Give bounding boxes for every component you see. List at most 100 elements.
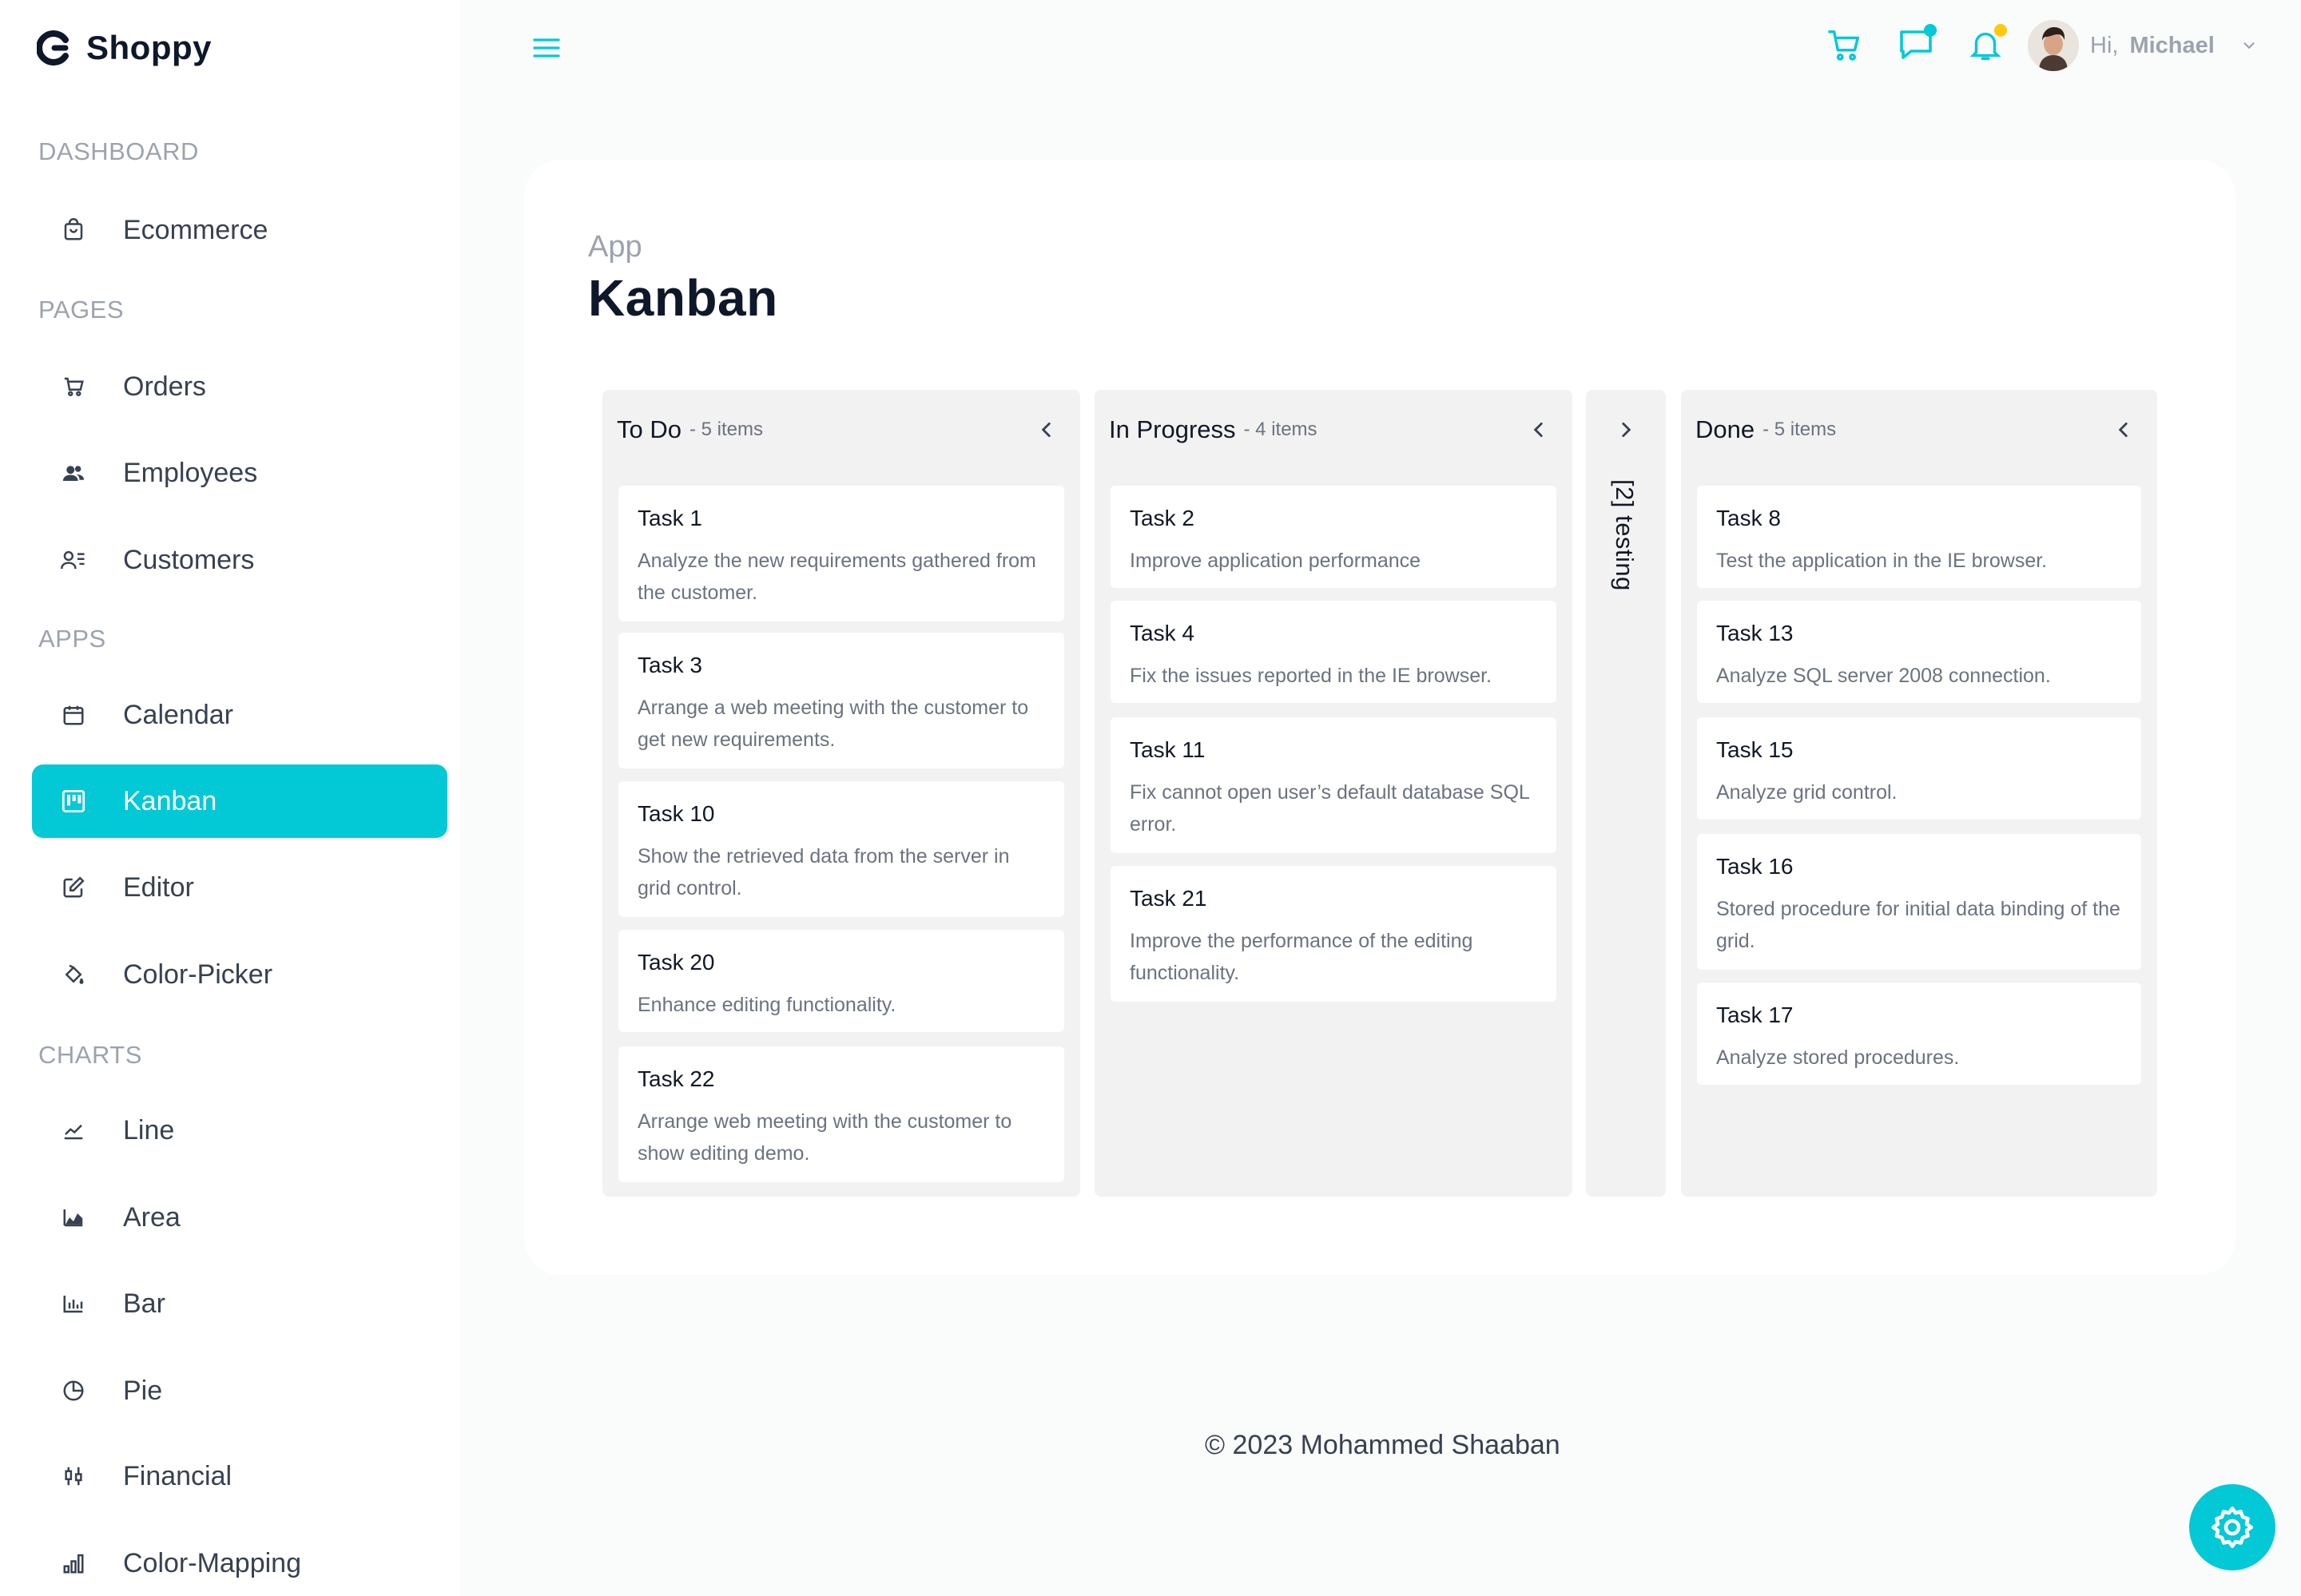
kanban-card-item[interactable]: Task 13 Analyze SQL server 2008 connecti… xyxy=(1697,601,2141,703)
column-count: - 5 items xyxy=(1763,419,1837,440)
sidebar-item-kanban[interactable]: Kanban xyxy=(32,764,447,838)
column-name: Done xyxy=(1695,415,1755,443)
sidebar-item-pie[interactable]: Pie xyxy=(32,1354,447,1427)
kanban-card-item[interactable]: Task 15 Analyze grid control. xyxy=(1697,717,2141,820)
card-description: Analyze grid control. xyxy=(1716,781,1898,804)
section-title-dashboard: DASHBOARD xyxy=(38,137,199,165)
column-name: In Progress xyxy=(1109,415,1236,443)
sidebar-item-line[interactable]: Line xyxy=(32,1094,447,1167)
chevron-down-icon xyxy=(2240,37,2258,54)
kanban-card-item[interactable]: Task 10 Show the retrieved data from the… xyxy=(618,781,1064,917)
card-description: Arrange a web meeting with the customer … xyxy=(638,697,1029,751)
kanban-card-item[interactable]: Task 17 Analyze stored procedures. xyxy=(1697,983,2141,1085)
pie-chart-icon xyxy=(58,1375,89,1407)
column-header: In Progress - 4 items xyxy=(1095,390,1572,470)
kanban-card-item[interactable]: Task 16 Stored procedure for initial dat… xyxy=(1697,834,2141,970)
column-header: To Do - 5 items xyxy=(602,390,1080,470)
sidebar-item-label: Color-Mapping xyxy=(123,1547,301,1578)
kanban-card-item[interactable]: Task 1 Analyze the new requirements gath… xyxy=(618,486,1064,621)
kanban-column-todo: To Do - 5 items Task 1 Analyze the new r… xyxy=(602,390,1080,1197)
paint-bucket-icon xyxy=(58,959,89,991)
cart-icon[interactable] xyxy=(1826,27,1866,67)
card-description: Analyze SQL server 2008 connection. xyxy=(1716,665,2051,687)
sidebar-item-financial[interactable]: Financial xyxy=(32,1439,447,1513)
user-profile[interactable]: Hi, Michael xyxy=(2028,18,2258,73)
kanban-card: App Kanban To Do - 5 items Task 1 Analyz… xyxy=(524,160,2235,1275)
kanban-column-in-progress: In Progress - 4 items Task 2 Improve app… xyxy=(1095,390,1572,1197)
chevron-right-icon[interactable] xyxy=(1613,417,1639,443)
color-mapping-icon xyxy=(58,1547,89,1579)
avatar xyxy=(2028,20,2079,71)
kanban-card-item[interactable]: Task 8 Test the application in the IE br… xyxy=(1697,486,2141,588)
sidebar-item-color-picker[interactable]: Color-Picker xyxy=(32,938,447,1011)
card-description: Arrange web meeting with the customer to… xyxy=(638,1110,1012,1165)
settings-button[interactable] xyxy=(2189,1484,2275,1570)
kanban-card-item[interactable]: Task 22 Arrange web meeting with the cus… xyxy=(618,1046,1064,1182)
sidebar-item-customers[interactable]: Customers xyxy=(32,523,447,597)
chevron-left-icon[interactable] xyxy=(2111,417,2136,443)
sidebar-item-label: Calendar xyxy=(123,699,233,730)
column-header: Done - 5 items xyxy=(1681,390,2157,470)
sidebar-item-area[interactable]: Area xyxy=(32,1181,447,1254)
sidebar-item-label: Bar xyxy=(123,1288,165,1319)
sidebar-item-editor[interactable]: Editor xyxy=(32,851,447,924)
column-count: - 4 items xyxy=(1243,419,1317,440)
sidebar-item-employees[interactable]: Employees xyxy=(32,436,447,510)
sidebar-item-orders[interactable]: Orders xyxy=(32,350,447,423)
customers-icon xyxy=(58,544,89,576)
shoppy-logo-icon xyxy=(37,30,69,66)
stock-icon xyxy=(58,1460,89,1492)
sidebar-item-label: Orders xyxy=(123,371,206,402)
sidebar-item-label: Customers xyxy=(123,544,255,575)
sidebar-item-label: Color-Picker xyxy=(123,959,273,990)
card-title: Task 21 xyxy=(1130,886,1207,911)
sidebar-item-label: Ecommerce xyxy=(123,214,268,245)
kanban-icon xyxy=(58,785,89,817)
kanban-card-item[interactable]: Task 4 Fix the issues reported in the IE… xyxy=(1111,601,1556,703)
menu-icon[interactable] xyxy=(531,32,562,64)
sidebar-item-bar[interactable]: Bar xyxy=(32,1267,447,1340)
card-title: Task 11 xyxy=(1130,737,1206,762)
sidebar-item-calendar[interactable]: Calendar xyxy=(32,678,447,752)
section-title-apps: APPS xyxy=(38,625,106,653)
card-description: Enhance editing functionality. xyxy=(638,994,896,1016)
sidebar-item-label: Employees xyxy=(123,457,258,488)
card-description: Fix cannot open user’s default database … xyxy=(1130,781,1529,836)
sidebar-item-label: Kanban xyxy=(123,785,217,816)
card-description: Fix the issues reported in the IE browse… xyxy=(1130,665,1492,687)
kanban-card-item[interactable]: Task 11 Fix cannot open user’s default d… xyxy=(1111,717,1556,853)
chat-badge xyxy=(1924,24,1937,37)
sidebar-item-label: Area xyxy=(123,1201,181,1233)
kanban-card-item[interactable]: Task 20 Enhance editing functionality. xyxy=(618,930,1064,1032)
sidebar-item-label: Financial xyxy=(123,1460,232,1491)
card-description: Show the retrieved data from the server … xyxy=(638,845,1010,899)
collapsed-column-label: [2] testing xyxy=(1611,479,1639,591)
card-description: Improve application performance xyxy=(1130,550,1421,572)
line-chart-icon xyxy=(58,1114,89,1146)
chevron-left-icon[interactable] xyxy=(1034,417,1059,443)
people-icon xyxy=(58,457,89,489)
chevron-left-icon[interactable] xyxy=(1526,417,1552,443)
card-title: Task 13 xyxy=(1716,621,1794,645)
card-title: Task 2 xyxy=(1130,506,1194,530)
page-title: Kanban xyxy=(588,269,778,327)
kanban-card-item[interactable]: Task 2 Improve application performance xyxy=(1111,486,1556,588)
notification-badge xyxy=(1994,24,2007,37)
card-description: Analyze the new requirements gathered fr… xyxy=(638,550,1036,604)
kanban-card-item[interactable]: Task 3 Arrange a web meeting with the cu… xyxy=(618,633,1064,768)
kanban-card-item[interactable]: Task 21 Improve the performance of the e… xyxy=(1111,866,1556,1002)
card-title: Task 20 xyxy=(638,950,715,975)
chat-icon[interactable] xyxy=(1897,24,1937,66)
sidebar-item-color-mapping[interactable]: Color-Mapping xyxy=(32,1527,447,1596)
card-title: Task 3 xyxy=(638,653,702,677)
section-title-charts: CHARTS xyxy=(38,1041,142,1069)
brand[interactable]: Shoppy xyxy=(37,29,212,67)
sidebar-item-label: Editor xyxy=(123,871,194,903)
kanban-column-collapsed: [2] testing xyxy=(1586,390,1666,1197)
card-title: Task 4 xyxy=(1130,621,1194,645)
bell-icon[interactable] xyxy=(1967,24,2007,66)
sidebar-item-ecommerce[interactable]: Ecommerce xyxy=(32,193,447,267)
sidebar: Shoppy DASHBOARD Ecommerce PAGES Orders … xyxy=(0,0,460,1596)
greeting: Hi, xyxy=(2090,32,2119,58)
card-description: Improve the performance of the editing f… xyxy=(1130,930,1473,984)
